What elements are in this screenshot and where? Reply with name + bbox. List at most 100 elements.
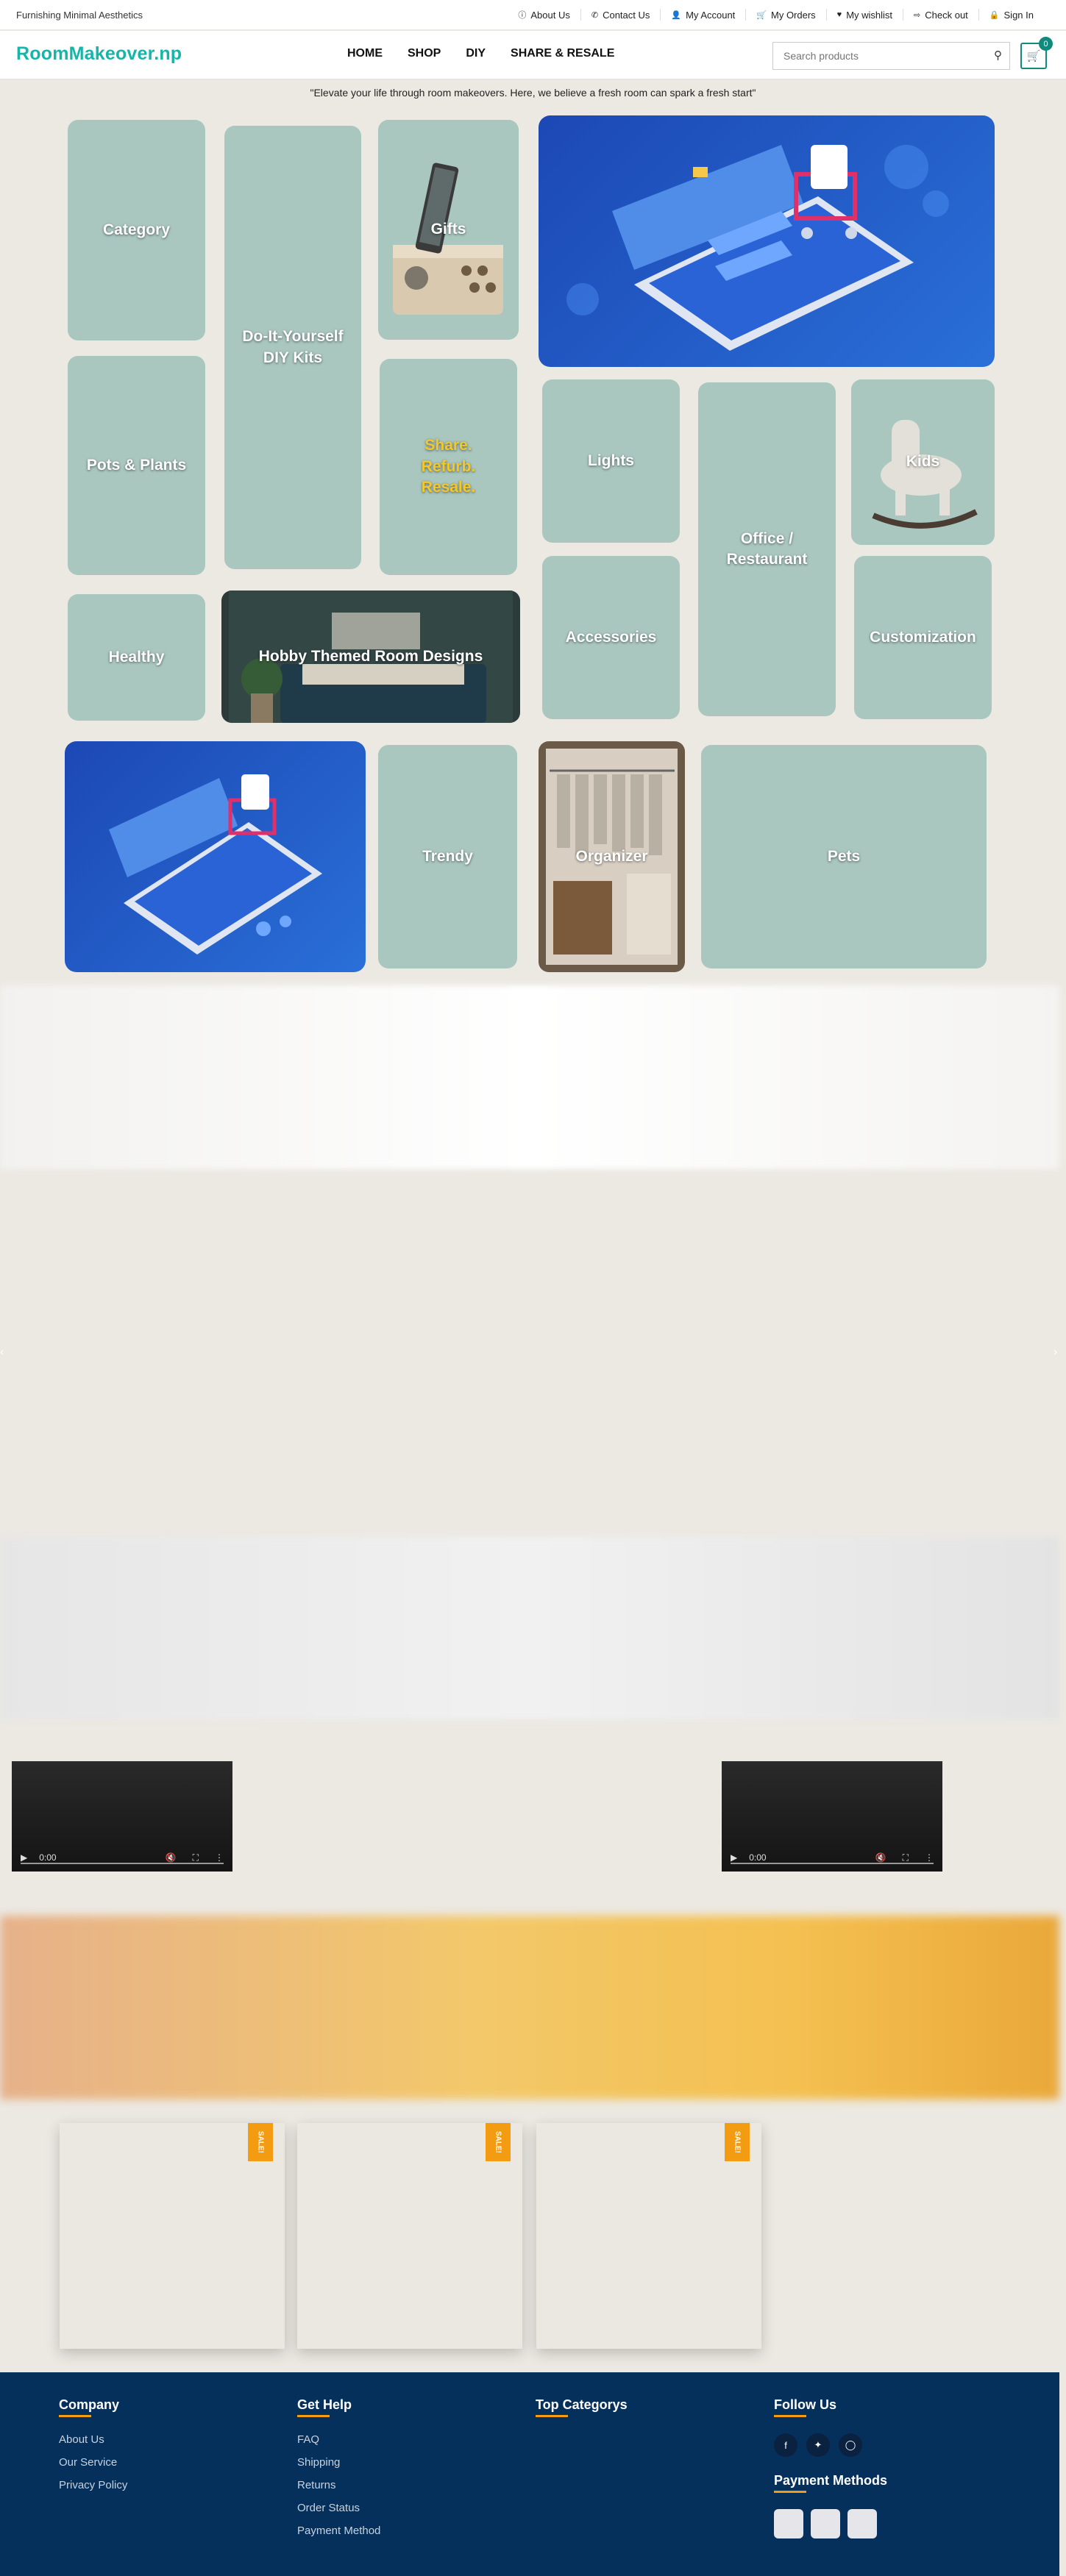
cart-button[interactable]: 🛒 0	[1020, 37, 1053, 69]
main-header: RoomMakeover.np HOME SHOP DIY SHARE & RE…	[0, 31, 1066, 79]
nav-home[interactable]: HOME	[347, 47, 383, 60]
payment-method-icon	[848, 2509, 877, 2538]
payment-methods	[774, 2509, 887, 2538]
nav-share-resale[interactable]: SHARE & RESALE	[511, 47, 614, 60]
carousel-prev-arrow[interactable]: ‹	[0, 1346, 9, 1362]
promo-blur-banner	[0, 1916, 1059, 2099]
footer-link-privacy-policy[interactable]: Privacy Policy	[59, 2479, 127, 2491]
footer-heading: Get Help	[297, 2397, 380, 2417]
video-time: 0:00	[39, 1852, 57, 1863]
tile-pots-plants[interactable]: Pots & Plants	[68, 356, 205, 575]
hero-quote: "Elevate your life through room makeover…	[310, 87, 756, 99]
cart-count-badge: 0	[1039, 37, 1053, 51]
footer-link-returns[interactable]: Returns	[297, 2479, 380, 2491]
nav-shop[interactable]: SHOP	[408, 47, 441, 60]
tile-hobby-themed-room-designs[interactable]: Hobby Themed Room Designs	[221, 591, 520, 723]
video-time: 0:00	[749, 1852, 767, 1863]
tile-lights[interactable]: Lights	[542, 379, 680, 543]
about-us-link[interactable]: ⓘ About Us	[508, 9, 580, 21]
check-out-link[interactable]: ⇨ Check out	[903, 9, 978, 21]
footer-company: Company About Us Our Service Privacy Pol…	[59, 2397, 127, 2502]
more-options-icon[interactable]: ⋮	[215, 1852, 224, 1863]
instagram-icon[interactable]: ◯	[839, 2433, 862, 2457]
my-account-link[interactable]: 👤 My Account	[660, 9, 745, 21]
promo-banner-1[interactable]	[539, 115, 995, 367]
phone-icon: ✆	[591, 10, 599, 20]
video-player-2[interactable]: ▶ 0:00 🔇 ⛶ ⋮	[722, 1761, 942, 1872]
footer-link-order-status[interactable]: Order Status	[297, 2502, 380, 2514]
payment-method-icon	[811, 2509, 840, 2538]
carousel-next-arrow[interactable]: ›	[1053, 1346, 1062, 1362]
video-player-1[interactable]: ▶ 0:00 🔇 ⛶ ⋮	[12, 1761, 232, 1872]
nav-diy[interactable]: DIY	[466, 47, 486, 60]
footer-follow-us: Follow Us f ✦ ◯ Payment Methods	[774, 2397, 887, 2538]
mute-icon[interactable]: 🔇	[166, 1852, 177, 1863]
loading-section-2	[0, 1537, 1059, 1719]
online-shopping-illustration	[566, 145, 949, 351]
site-footer: Company About Us Our Service Privacy Pol…	[0, 2372, 1059, 2576]
search-icon[interactable]: ⚲	[994, 49, 1002, 62]
footer-heading: Follow Us	[774, 2397, 887, 2417]
top-links: ⓘ About Us ✆ Contact Us 👤 My Account 🛒 My Or…	[508, 9, 1044, 21]
tile-share-refurb-resale[interactable]: Share. Refurb. Resale.	[380, 359, 517, 575]
sale-badge: SALE!	[725, 2123, 750, 2161]
product-card[interactable]: SALE!	[297, 2123, 522, 2349]
tile-healthy[interactable]: Healthy	[68, 594, 205, 721]
tile-customization[interactable]: Customization	[854, 556, 992, 719]
more-options-icon[interactable]: ⋮	[925, 1852, 934, 1863]
promo-banner-2[interactable]	[65, 741, 366, 972]
fullscreen-icon[interactable]: ⛶	[193, 1852, 199, 1863]
footer-get-help: Get Help FAQ Shipping Returns Order Stat…	[297, 2397, 380, 2547]
tile-gifts[interactable]: Gifts	[378, 120, 519, 340]
site-tagline: Furnishing Minimal Aesthetics	[16, 10, 143, 21]
footer-link-our-service[interactable]: Our Service	[59, 2456, 127, 2469]
tile-accessories[interactable]: Accessories	[542, 556, 680, 719]
sale-badge: SALE!	[486, 2123, 511, 2161]
play-icon[interactable]: ▶	[731, 1852, 737, 1863]
footer-link-payment-method[interactable]: Payment Method	[297, 2525, 380, 2537]
info-icon: ⓘ	[518, 11, 527, 20]
video-progress-bar[interactable]	[731, 1863, 934, 1864]
social-links: f ✦ ◯	[774, 2433, 887, 2457]
my-orders-link[interactable]: 🛒 My Orders	[745, 9, 825, 21]
video-progress-bar[interactable]	[21, 1863, 224, 1864]
main-nav: HOME SHOP DIY SHARE & RESALE	[347, 47, 639, 60]
site-logo[interactable]: RoomMakeover.np	[16, 43, 182, 65]
payment-methods-heading: Payment Methods	[774, 2473, 887, 2493]
facebook-icon[interactable]: f	[774, 2433, 797, 2457]
product-card[interactable]: SALE!	[60, 2123, 285, 2349]
lock-icon: 🔒	[989, 10, 1000, 20]
sale-badge: SALE!	[248, 2123, 273, 2161]
product-card[interactable]: SALE!	[536, 2123, 761, 2349]
footer-link-shipping[interactable]: Shipping	[297, 2456, 380, 2469]
tile-category[interactable]: Category	[68, 120, 205, 340]
user-icon: 👤	[671, 10, 682, 20]
loading-section-1	[0, 985, 1059, 1169]
checkout-icon: ⇨	[914, 10, 921, 20]
cart-icon: 🛒	[756, 10, 767, 20]
footer-link-about-us[interactable]: About Us	[59, 2433, 127, 2446]
sign-in-link[interactable]: 🔒 Sign In	[978, 9, 1044, 21]
contact-us-link[interactable]: ✆ Contact Us	[580, 9, 661, 21]
twitter-icon[interactable]: ✦	[806, 2433, 830, 2457]
search-input[interactable]	[773, 43, 979, 69]
tile-trendy[interactable]: Trendy	[378, 745, 517, 968]
footer-top-categories: Top Categorys	[536, 2397, 628, 2433]
online-shopping-illustration-2	[109, 774, 322, 955]
payment-method-icon	[774, 2509, 803, 2538]
tile-office-restaurant[interactable]: Office / Restaurant	[698, 382, 836, 716]
mute-icon[interactable]: 🔇	[875, 1852, 886, 1863]
footer-heading: Top Categorys	[536, 2397, 628, 2417]
tile-diy-kits[interactable]: Do-It-Yourself DIY Kits	[224, 126, 361, 569]
my-wishlist-link[interactable]: ♥ My wishlist	[825, 9, 903, 21]
tile-pets[interactable]: Pets	[701, 745, 987, 968]
top-bar: Furnishing Minimal Aesthetics ⓘ About Us …	[0, 0, 1066, 30]
footer-link-faq[interactable]: FAQ	[297, 2433, 380, 2446]
footer-heading: Company	[59, 2397, 127, 2417]
tile-organizer[interactable]: Organizer	[539, 741, 685, 972]
fullscreen-icon[interactable]: ⛶	[903, 1852, 909, 1863]
tile-kids[interactable]: Kids	[851, 379, 995, 545]
cart-icon: 🛒	[1026, 50, 1041, 63]
play-icon[interactable]: ▶	[21, 1852, 27, 1863]
search-box: ⚲	[772, 42, 1010, 70]
